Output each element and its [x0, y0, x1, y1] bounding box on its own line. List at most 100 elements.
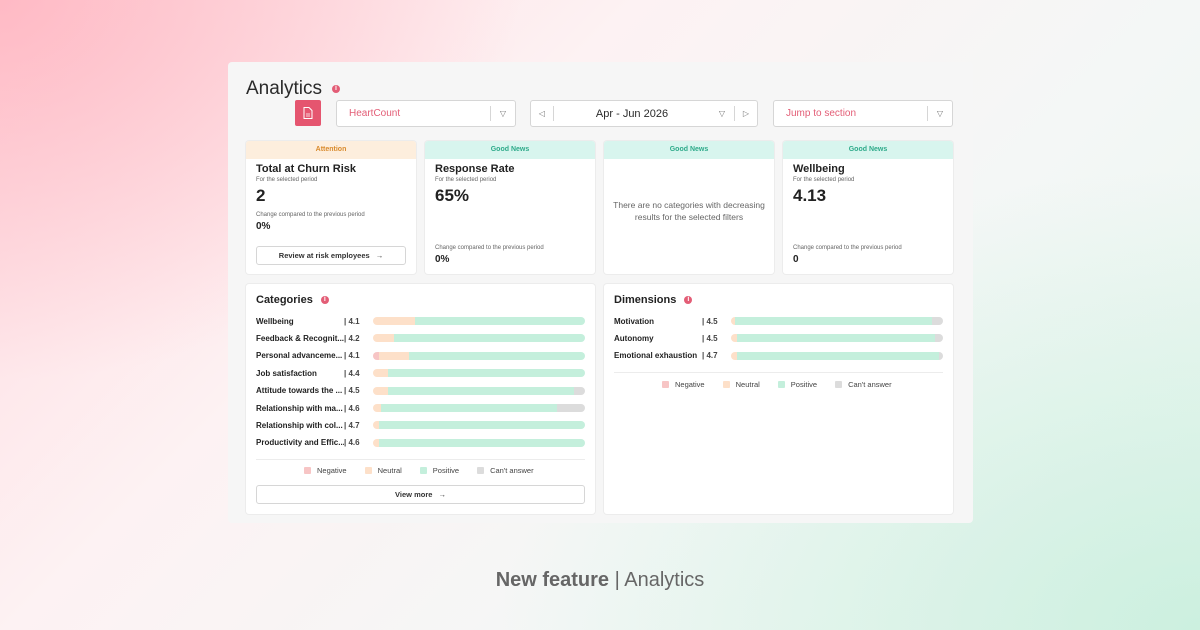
distribution-row[interactable]: Attitude towards the ... | 4.5	[256, 386, 360, 396]
row-score: | 4.7	[344, 420, 360, 430]
row-label: Job satisfaction	[256, 368, 317, 378]
distribution-bar	[373, 334, 585, 343]
row-score: | 4.5	[702, 333, 718, 343]
positive-legend: Positive	[777, 380, 817, 389]
distribution-bar	[373, 386, 585, 395]
row-score: | 4.1	[344, 351, 360, 361]
title-row: Analytics i	[246, 78, 341, 100]
row-score: | 4.6	[344, 403, 360, 413]
change-label: Change compared to the previous period	[435, 245, 544, 251]
positive-segment	[409, 351, 585, 360]
cant-answer-segment	[557, 404, 585, 412]
distribution-row[interactable]: Motivation | 4.5	[614, 316, 718, 326]
row-label: Personal advanceme...	[256, 351, 343, 361]
attention-tag: Attention	[246, 141, 416, 159]
distribution-row[interactable]: Feedback & Recognit... | 4.2	[256, 333, 360, 343]
categories-header: Categories i	[256, 294, 329, 306]
info-icon[interactable]: i	[332, 85, 341, 93]
chevron-down-icon[interactable]: ▽	[710, 109, 734, 118]
positive-segment	[415, 317, 585, 325]
decreasing-categories-card: Good News There are no categories with d…	[604, 141, 774, 274]
row-label: Motivation	[614, 316, 654, 326]
neutral-legend: Neutral	[722, 380, 760, 389]
jump-to-section-select[interactable]: Jump to section ▽	[773, 100, 953, 127]
view-more-button[interactable]: View more →	[256, 485, 585, 504]
legend-label: Neutral	[377, 466, 402, 475]
chevron-down-icon[interactable]: ▽	[928, 109, 952, 118]
info-icon[interactable]: i	[684, 296, 693, 304]
export-pdf-button[interactable]	[295, 100, 321, 126]
change-value: 0	[793, 254, 799, 265]
review-at-risk-button[interactable]: Review at risk employees →	[256, 246, 406, 265]
legend-swatch	[662, 381, 669, 388]
legend-swatch	[722, 381, 730, 388]
dimensions-legend: Negative Neutral Positive Can't answer	[662, 380, 892, 389]
review-button-label: Review at risk employees	[278, 251, 370, 260]
change-value: 0%	[435, 254, 450, 265]
churn-risk-card: Attention Total at Churn Risk For the se…	[246, 141, 416, 274]
chevron-left-icon[interactable]: ◁	[531, 109, 553, 118]
row-label: Wellbeing	[256, 316, 294, 326]
legend-swatch	[419, 467, 427, 474]
neutral-segment	[373, 369, 388, 378]
distribution-row[interactable]: Productivity and Effic... | 4.6	[256, 438, 360, 448]
legend-label: Can't answer	[848, 380, 892, 389]
neutral-segment	[373, 317, 416, 325]
negative-legend: Negative	[662, 380, 705, 389]
distribution-row[interactable]: Relationship with col... | 4.7	[256, 420, 360, 430]
cant-answer-legend: Can't answer	[835, 380, 892, 389]
good-news-tag: Good News	[604, 141, 774, 159]
distribution-row[interactable]: Job satisfaction | 4.4	[256, 368, 360, 378]
distribution-bar	[373, 404, 585, 412]
card-subtitle: For the selected period	[793, 177, 855, 183]
info-icon[interactable]: i	[320, 296, 329, 304]
row-score: | 4.5	[344, 386, 360, 396]
legend-label: Positive	[432, 466, 460, 475]
document-icon	[303, 107, 313, 119]
change-value: 0%	[256, 221, 271, 232]
legend-swatch	[364, 467, 372, 474]
row-label: Relationship with ma...	[256, 403, 343, 413]
card-title: Wellbeing	[793, 163, 845, 175]
distribution-row[interactable]: Autonomy | 4.5	[614, 333, 718, 343]
period-value: Apr - Jun 2026	[595, 107, 669, 120]
cant-answer-segment	[934, 334, 943, 343]
row-score: | 4.5	[702, 316, 718, 326]
jump-select-value: Jump to section	[786, 108, 857, 119]
categories-panel: Categories i Negative Neutral Positive Can'…	[246, 284, 595, 514]
positive-segment	[735, 317, 933, 325]
neutral-segment	[379, 351, 410, 360]
distribution-row[interactable]: Personal advanceme... | 4.1	[256, 351, 360, 361]
dimensions-panel: Dimensions i Negative Neutral Positive Can'…	[604, 284, 953, 514]
positive-segment	[379, 421, 585, 430]
positive-segment	[381, 404, 558, 412]
distribution-bar	[731, 351, 943, 360]
cant-answer-segment	[574, 386, 585, 395]
company-select[interactable]: HeartCount ▽	[336, 100, 516, 127]
wellbeing-card: Good News Wellbeing For the selected per…	[783, 141, 953, 274]
categories-legend: Negative Neutral Positive Can't answer	[304, 466, 534, 475]
row-score: | 4.7	[702, 351, 718, 361]
distribution-row[interactable]: Emotional exhaustion | 4.7	[614, 351, 718, 361]
company-select-value: HeartCount	[349, 108, 401, 119]
chevron-right-icon[interactable]: ▷	[735, 109, 757, 118]
cant-answer-segment	[938, 351, 943, 360]
arrow-right-icon: →	[438, 490, 446, 499]
distribution-row[interactable]: Wellbeing | 4.1	[256, 316, 360, 326]
legend-divider	[256, 459, 585, 460]
distribution-bar	[731, 334, 943, 343]
neutral-legend: Neutral	[364, 466, 402, 475]
cant-answer-legend: Can't answer	[477, 466, 534, 475]
positive-segment	[387, 386, 575, 395]
legend-label: Neutral	[735, 380, 760, 389]
distribution-row[interactable]: Relationship with ma... | 4.6	[256, 403, 360, 413]
period-select[interactable]: ◁ Apr - Jun 2026 ▽ ▷	[530, 100, 758, 127]
card-value: 2	[256, 186, 266, 205]
change-label: Change compared to the previous period	[793, 245, 902, 251]
row-label: Relationship with col...	[256, 420, 343, 430]
good-news-tag: Good News	[425, 141, 595, 159]
row-label: Emotional exhaustion	[614, 351, 698, 361]
chevron-down-icon[interactable]: ▽	[491, 109, 515, 118]
footer-bold: New feature	[495, 569, 610, 591]
card-title: Total at Churn Risk	[256, 163, 357, 175]
